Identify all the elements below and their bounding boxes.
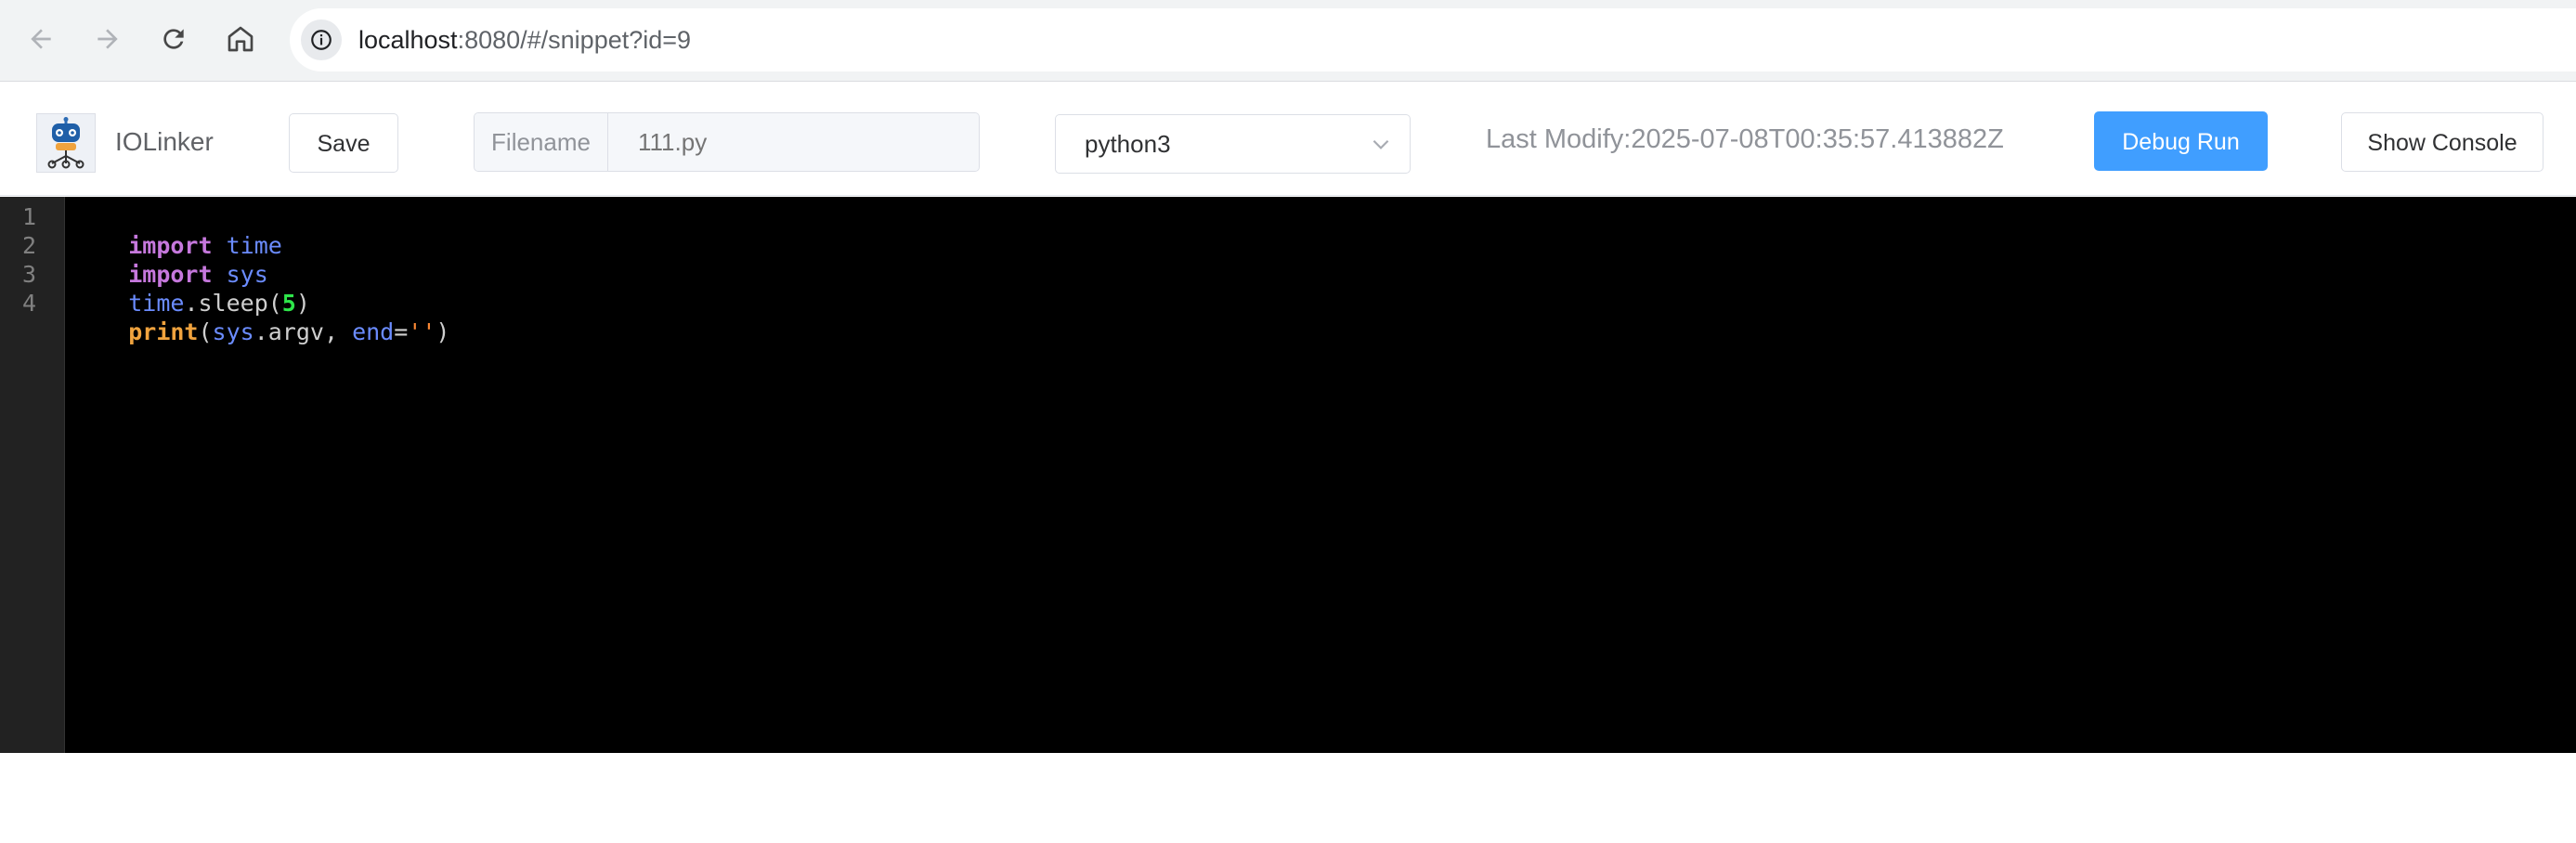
code-token: print <box>128 318 199 345</box>
filename-field: Filename <box>474 112 980 172</box>
save-button[interactable]: Save <box>289 113 398 173</box>
language-select[interactable]: python3 <box>1055 114 1411 174</box>
url-host: localhost <box>358 26 458 54</box>
line-number: 1 <box>21 203 36 230</box>
browser-toolbar: localhost:8080/#/snippet?id=9 <box>0 0 2576 82</box>
filename-label: Filename <box>475 113 608 171</box>
line-number-gutter: 1 2 3 4 <box>0 197 65 753</box>
robot-icon <box>47 117 85 169</box>
code-token: ( <box>198 318 213 345</box>
line-number: 3 <box>21 261 36 288</box>
code-editor[interactable]: 1 2 3 4 import time import sys time.slee… <box>0 197 2576 753</box>
reload-icon <box>163 29 184 49</box>
home-icon <box>228 26 254 52</box>
reload-button[interactable] <box>153 19 194 59</box>
address-bar[interactable]: localhost:8080/#/snippet?id=9 <box>290 8 2576 71</box>
forward-arrow-icon <box>98 29 118 49</box>
home-button[interactable] <box>220 19 261 59</box>
back-button[interactable] <box>20 19 61 59</box>
line-number: 2 <box>21 232 36 259</box>
info-icon <box>311 30 332 50</box>
debug-run-button[interactable]: Debug Run <box>2094 111 2268 171</box>
site-info-button[interactable] <box>301 19 342 60</box>
code-token: '' <box>408 318 436 345</box>
code-line[interactable]: print(sys.argv, end='') <box>72 289 449 375</box>
code-token: .argv, <box>254 318 353 345</box>
code-token: end <box>352 318 395 345</box>
filename-input[interactable] <box>608 113 979 171</box>
app-header: IOLinker Save Filename python3 Last Modi… <box>0 82 2576 196</box>
language-value: python3 <box>1085 130 1171 158</box>
code-token: = <box>394 318 409 345</box>
app-logo <box>36 113 96 173</box>
code-token: sys <box>212 318 254 345</box>
forward-button[interactable] <box>87 19 128 59</box>
back-arrow-icon <box>31 29 51 49</box>
code-token: ) <box>436 318 450 345</box>
url-text[interactable]: localhost:8080/#/snippet?id=9 <box>358 8 691 71</box>
url-path: :8080/#/snippet?id=9 <box>457 26 692 54</box>
line-number: 4 <box>21 290 36 317</box>
app-name: IOLinker <box>115 127 214 156</box>
last-modify-text: Last Modify:2025-07-08T00:35:57.413882Z <box>1486 124 2004 154</box>
chevron-down-icon <box>1373 139 1389 149</box>
show-console-button[interactable]: Show Console <box>2341 112 2543 172</box>
